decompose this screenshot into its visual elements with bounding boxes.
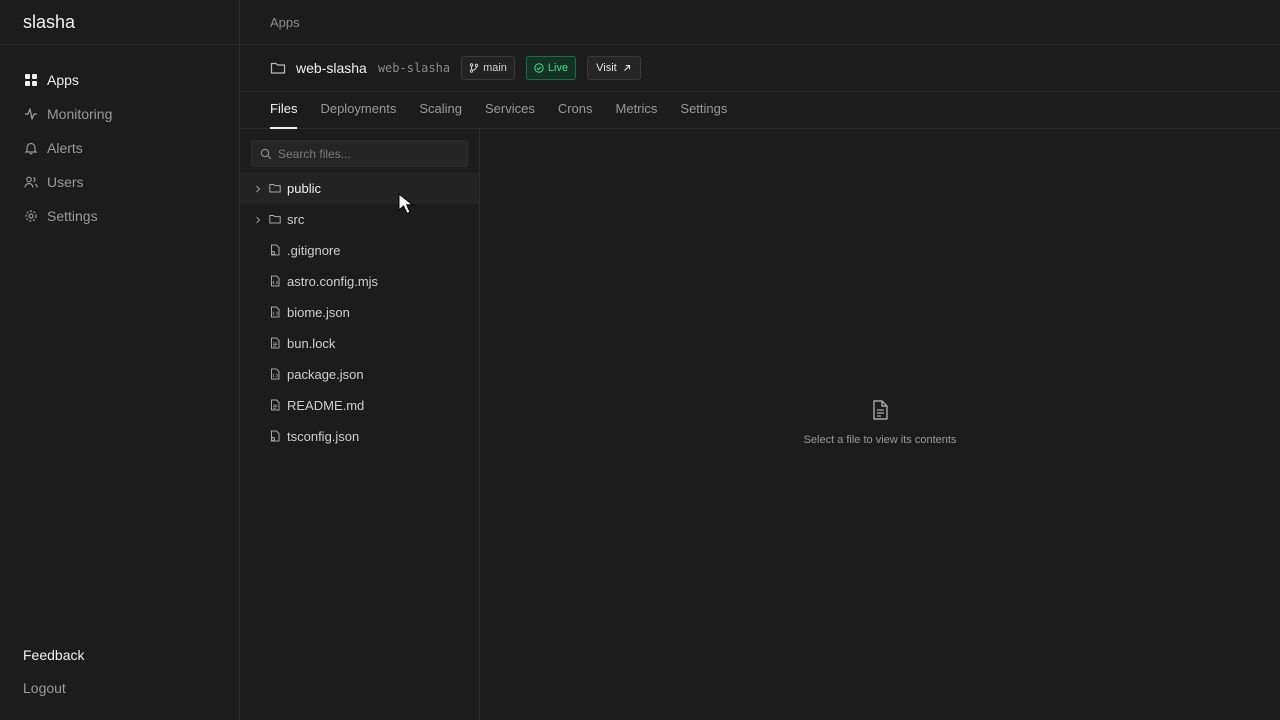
- breadcrumb: Apps: [240, 0, 1280, 45]
- branch-name: main: [483, 62, 507, 74]
- sidebar-item-users[interactable]: Users: [0, 165, 239, 199]
- chevron-right-icon[interactable]: [251, 216, 265, 224]
- sidebar-item-label: Monitoring: [47, 106, 113, 122]
- file-text-icon: [269, 399, 283, 413]
- visit-button[interactable]: Visit: [587, 56, 641, 80]
- tree-item-label: public: [287, 181, 321, 196]
- git-branch-icon: [469, 63, 479, 73]
- tree-item-package-json[interactable]: package.json: [240, 359, 479, 390]
- tree-item-label: README.md: [287, 398, 365, 413]
- tree-item-readme[interactable]: README.md: [240, 390, 479, 421]
- bell-icon: [23, 140, 39, 156]
- sidebar-item-settings[interactable]: Settings: [0, 199, 239, 233]
- tree-item-label: tsconfig.json: [287, 429, 360, 444]
- breadcrumb-apps[interactable]: Apps: [270, 15, 300, 30]
- search-icon: [260, 148, 272, 159]
- users-icon: [23, 174, 39, 190]
- tree-item-public[interactable]: public: [240, 173, 479, 204]
- tree-item-label: astro.config.mjs: [287, 274, 379, 289]
- tree-item-label: .gitignore: [287, 243, 341, 258]
- tree-item-label: package.json: [287, 367, 364, 382]
- gear-icon: [23, 208, 39, 224]
- file-search: [251, 140, 468, 167]
- sidebar-item-alerts[interactable]: Alerts: [0, 131, 239, 165]
- chevron-right-icon[interactable]: [251, 185, 265, 193]
- branch-badge: main: [461, 56, 515, 80]
- tree-item-tsconfig[interactable]: tsconfig.json: [240, 421, 479, 452]
- sidebar-item-label: Users: [47, 174, 84, 190]
- status-text: Live: [547, 62, 569, 74]
- empty-message: Select a file to view its contents: [803, 434, 957, 446]
- feedback-link[interactable]: Feedback: [23, 647, 84, 663]
- folder-icon: [269, 213, 283, 227]
- sidebar-item-apps[interactable]: Apps: [0, 63, 239, 97]
- tree-item-src[interactable]: src: [240, 204, 479, 235]
- tree-item-gitignore[interactable]: .gitignore: [240, 235, 479, 266]
- logout-link[interactable]: Logout: [23, 680, 84, 696]
- sidebar-item-label: Alerts: [47, 140, 83, 156]
- file-settings-icon: [269, 430, 283, 444]
- folder-icon: [270, 60, 286, 76]
- app-header: web-slasha web-slasha main Live Visit: [240, 45, 1280, 92]
- sidebar-nav: Apps Monitoring Alerts Users Settings: [0, 45, 239, 233]
- folder-icon: [269, 182, 283, 196]
- tab-scaling[interactable]: Scaling: [419, 92, 462, 128]
- sidebar-footer: Feedback Logout: [23, 647, 84, 696]
- grid-icon: [23, 72, 39, 88]
- empty-state: Select a file to view its contents: [480, 399, 1280, 446]
- tab-settings[interactable]: Settings: [680, 92, 727, 128]
- app-root: slasha Apps Monitoring Alerts Users Sett…: [0, 0, 1280, 720]
- file-json-icon: [269, 306, 283, 320]
- tree-item-label: bun.lock: [287, 336, 336, 351]
- sidebar: slasha Apps Monitoring Alerts Users Sett…: [0, 0, 240, 720]
- sidebar-item-label: Apps: [47, 72, 79, 88]
- file-json-icon: [269, 368, 283, 382]
- tab-files[interactable]: Files: [270, 92, 298, 129]
- tab-bar: Files Deployments Scaling Services Crons…: [240, 92, 1280, 129]
- app-slug: web-slasha: [377, 61, 451, 75]
- tab-services[interactable]: Services: [485, 92, 535, 128]
- search-input[interactable]: [278, 146, 467, 161]
- status-badge: Live: [525, 56, 577, 80]
- tree-item-bun-lock[interactable]: bun.lock: [240, 328, 479, 359]
- check-circle-icon: [534, 63, 544, 73]
- file-viewer: Select a file to view its contents: [480, 129, 1280, 720]
- file-tree: public src .gitignore astro.config.mjs b…: [240, 173, 479, 452]
- file-settings-icon: [269, 244, 283, 258]
- file-code-icon: [269, 275, 283, 289]
- file-tree-pane: public src .gitignore: [240, 129, 480, 720]
- tree-item-biome-json[interactable]: biome.json: [240, 297, 479, 328]
- brand-logo[interactable]: slasha: [0, 0, 239, 45]
- document-icon: [869, 399, 891, 421]
- file-text-icon: [269, 337, 283, 351]
- tree-item-astro-config[interactable]: astro.config.mjs: [240, 266, 479, 297]
- tree-item-label: src: [287, 212, 305, 227]
- external-link-icon: [623, 64, 630, 71]
- tree-item-label: biome.json: [287, 305, 350, 320]
- tab-crons[interactable]: Crons: [558, 92, 593, 128]
- app-name: web-slasha: [296, 60, 367, 76]
- tab-deployments[interactable]: Deployments: [320, 92, 396, 128]
- visit-label: Visit: [596, 62, 617, 74]
- files-content: public src .gitignore: [240, 129, 1280, 720]
- main-panel: Apps web-slasha web-slasha main Live Vis…: [240, 0, 1280, 720]
- sidebar-item-monitoring[interactable]: Monitoring: [0, 97, 239, 131]
- activity-icon: [23, 106, 39, 122]
- tab-metrics[interactable]: Metrics: [616, 92, 658, 128]
- sidebar-item-label: Settings: [47, 208, 98, 224]
